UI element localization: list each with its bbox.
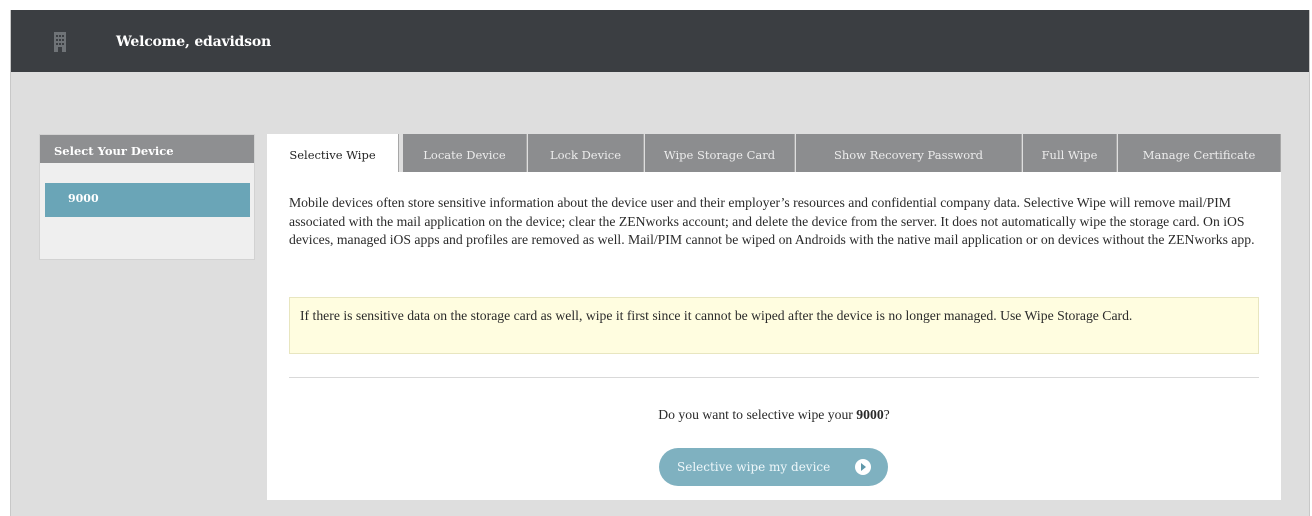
question-prefix: Do you want to selective wipe your [658,407,857,422]
tab-full-wipe[interactable]: Full Wipe [1023,134,1117,172]
top-bar: Welcome, edavidson [11,10,1309,72]
building-icon [54,32,66,52]
tab-locate-device[interactable]: Locate Device [403,134,527,172]
selective-wipe-button-label: Selective wipe my device [677,460,831,474]
main-panel: Selective Wipe Locate Device Lock Device… [267,134,1281,500]
tab-lock-device[interactable]: Lock Device [528,134,644,172]
device-panel-title: Select Your Device [40,135,254,163]
welcome-text: Welcome, edavidson [116,34,271,50]
storage-card-notice: If there is sensitive data on the storag… [289,297,1259,354]
tab-wipe-storage-card[interactable]: Wipe Storage Card [645,134,795,172]
question-device: 9000 [856,407,884,422]
arrow-right-circle-icon [855,459,871,475]
tab-bar: Selective Wipe Locate Device Lock Device… [267,134,1281,172]
confirm-question: Do you want to selective wipe your 9000? [267,407,1281,423]
question-suffix: ? [883,407,890,422]
selective-wipe-button[interactable]: Selective wipe my device [659,448,888,486]
tab-manage-certificate[interactable]: Manage Certificate [1118,134,1281,172]
selective-wipe-description: Mobile devices often store sensitive inf… [289,195,1255,247]
app-frame: Welcome, edavidson Select Your Device 90… [10,10,1310,516]
device-item-9000[interactable]: 9000 [45,183,250,217]
tab-selective-wipe[interactable]: Selective Wipe [267,134,399,172]
tab-show-recovery-password[interactable]: Show Recovery Password [796,134,1022,172]
divider [289,377,1259,378]
device-panel: Select Your Device 9000 [39,134,255,260]
